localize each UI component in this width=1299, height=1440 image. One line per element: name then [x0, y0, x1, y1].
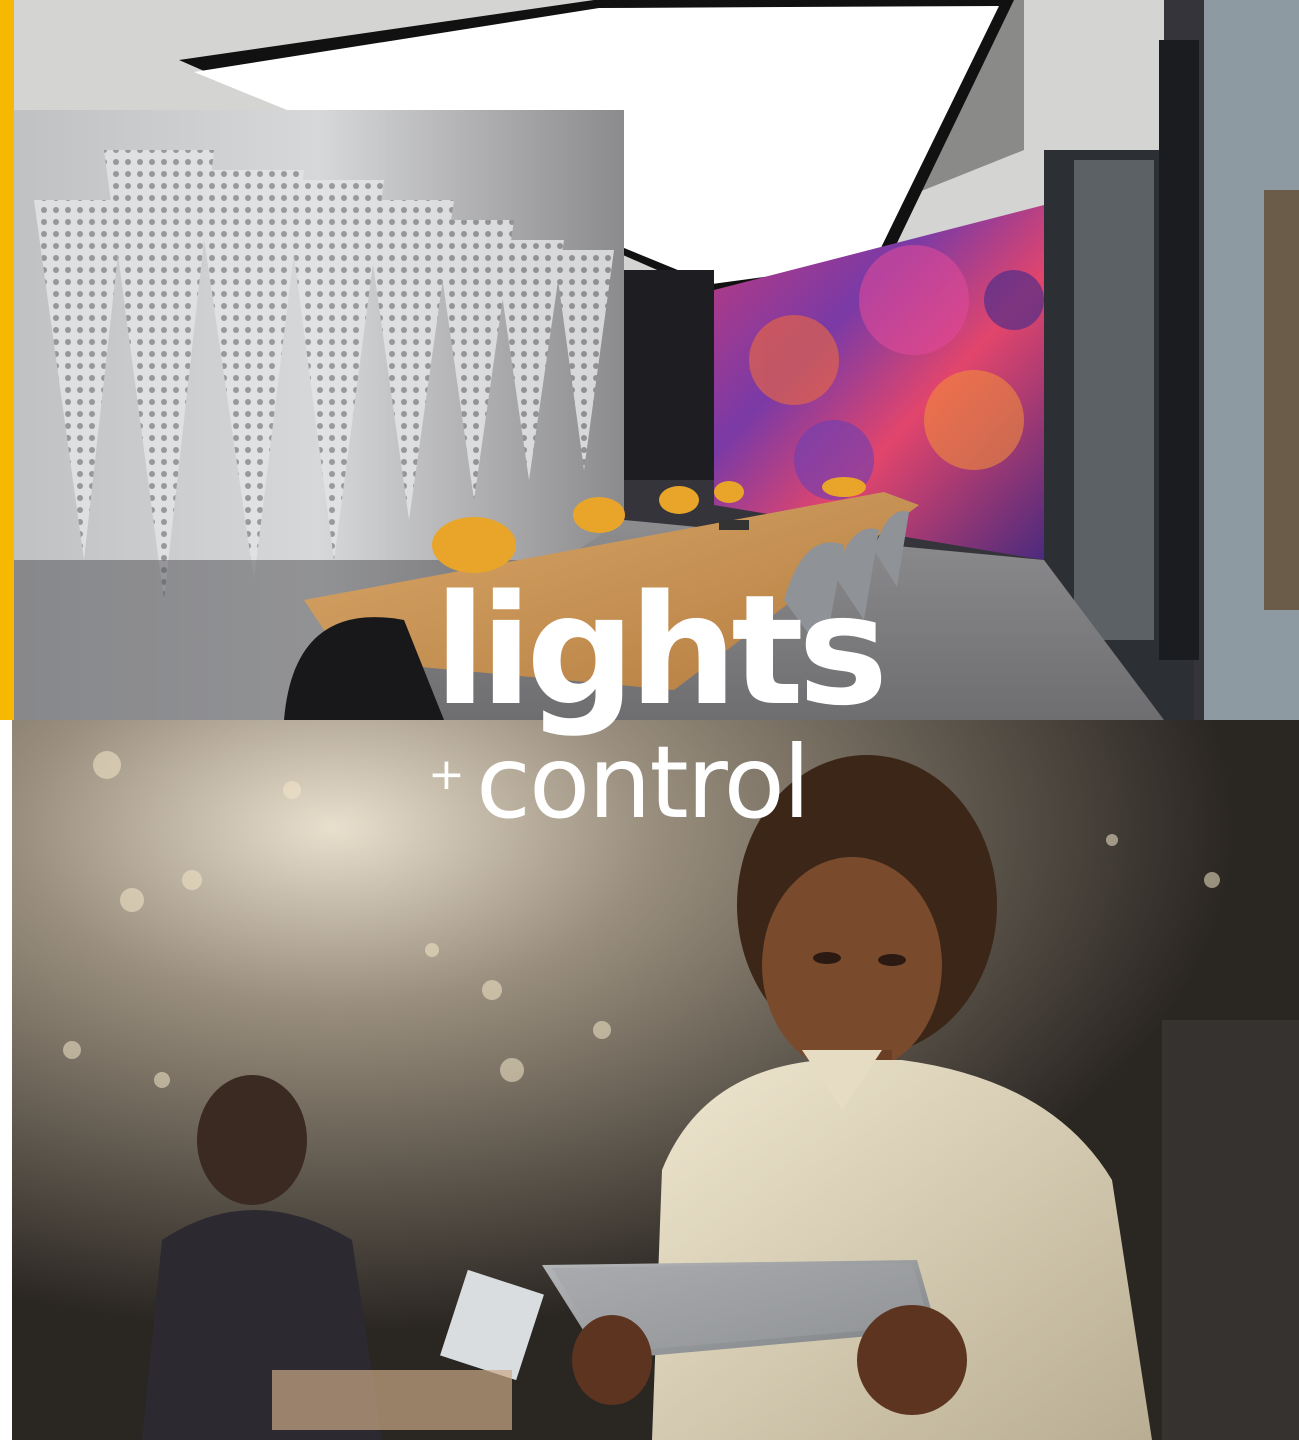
logo-word-lights: lights: [434, 562, 888, 739]
logo-plus-sign: +: [428, 749, 465, 800]
brand-logo: lights + control: [420, 562, 888, 855]
accent-bar: [0, 0, 14, 720]
logo-word-control: control: [476, 724, 811, 841]
